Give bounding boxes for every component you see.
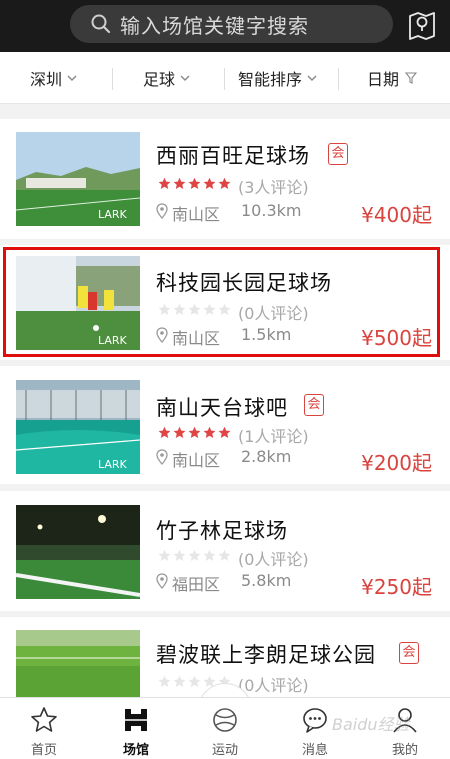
- venue-photo: [16, 505, 140, 599]
- star-empty-icon: [173, 549, 186, 561]
- star-empty-icon: [188, 549, 201, 561]
- star-empty-icon: [203, 549, 216, 561]
- venue-photo: [16, 630, 140, 697]
- filter-sort[interactable]: 智能排序: [238, 52, 317, 104]
- search-placeholder: 输入场馆关键字搜索: [120, 13, 309, 38]
- star-icon: [31, 707, 57, 732]
- location-pin-icon: [156, 203, 168, 219]
- venue-card-xili[interactable]: LARK 西丽百旺足球场 会 (3人评论) 南山区 10.3km ¥400起: [0, 119, 450, 239]
- watermark: Baidu经验: [332, 715, 410, 734]
- venue-card-nanshan[interactable]: LARK 南山天台球吧 会 (1人评论) 南山区 2.8km ¥200起: [0, 366, 450, 484]
- tab-sports-label: 运动: [211, 743, 238, 758]
- review-count: (0人评论): [238, 550, 309, 569]
- filter-divider: [112, 68, 113, 90]
- ball-icon: [213, 708, 237, 732]
- filter-bar: 深圳 足球 智能排序 日期: [0, 52, 450, 104]
- star-filled-icon: [173, 426, 186, 438]
- filter-sort-label: 智能排序: [238, 70, 303, 89]
- filter-divider: [224, 68, 225, 90]
- chevron-down-icon: [67, 75, 77, 81]
- tab-venues[interactable]: 场馆: [106, 698, 166, 759]
- review-count: (0人评论): [238, 676, 309, 695]
- venue-distance: 2.8km: [241, 447, 292, 466]
- star-empty-icon: [188, 675, 201, 687]
- star-filled-icon: [158, 177, 171, 189]
- search-input[interactable]: 输入场馆关键字搜索: [70, 5, 393, 43]
- location-pin-icon: [156, 449, 168, 465]
- venue-photo: LARK: [16, 132, 140, 226]
- venue-distance: 5.8km: [241, 571, 292, 590]
- star-filled-icon: [218, 177, 231, 189]
- venue-district: 福田区: [172, 575, 221, 594]
- venue-price: ¥250起: [361, 575, 432, 599]
- location-pin-icon: [156, 573, 168, 589]
- review-count: (1人评论): [238, 427, 309, 446]
- filter-date-label: 日期: [367, 70, 400, 89]
- star-empty-icon: [158, 675, 171, 687]
- venue-distance: 10.3km: [241, 201, 302, 220]
- star-filled-icon: [188, 426, 201, 438]
- star-filled-icon: [203, 426, 216, 438]
- top-bar: 输入场馆关键字搜索: [0, 0, 450, 52]
- tab-home-label: 首页: [30, 743, 57, 758]
- member-badge: 会: [328, 143, 348, 165]
- search-icon: [91, 14, 111, 34]
- filter-sport-label: 足球: [143, 70, 176, 89]
- venue-name: 碧波联上李朗足球公园: [156, 643, 376, 667]
- svg-text:LARK: LARK: [98, 208, 128, 221]
- star-filled-icon: [203, 177, 216, 189]
- tab-profile-label: 我的: [391, 743, 418, 758]
- chat-icon: [303, 708, 327, 733]
- tab-sports[interactable]: 运动: [195, 698, 255, 759]
- star-empty-icon: [158, 549, 171, 561]
- field-icon: [125, 709, 147, 731]
- star-filled-icon: [158, 426, 171, 438]
- venue-district: 南山区: [172, 205, 221, 224]
- venue-card-zhuzilin[interactable]: 竹子林足球场 (0人评论) 福田区 5.8km ¥250起: [0, 491, 450, 611]
- svg-text:LARK: LARK: [98, 458, 128, 471]
- filter-city[interactable]: 深圳: [30, 52, 77, 104]
- review-count: (3人评论): [238, 178, 309, 197]
- star-empty-icon: [173, 675, 186, 687]
- chevron-down-icon: [180, 75, 190, 81]
- venue-name: 南山天台球吧: [156, 396, 288, 420]
- member-badge: 会: [399, 642, 419, 664]
- venue-name: 西丽百旺足球场: [156, 144, 310, 168]
- star-empty-icon: [218, 549, 231, 561]
- filter-sport[interactable]: 足球: [143, 52, 190, 104]
- map-pin-icon[interactable]: [406, 8, 438, 42]
- filter-icon: [405, 72, 418, 84]
- rating-stars: [158, 549, 231, 565]
- highlight-box: [3, 247, 440, 357]
- venue-price: ¥400起: [361, 203, 432, 227]
- filter-city-label: 深圳: [30, 70, 63, 89]
- venue-district: 南山区: [172, 451, 221, 470]
- star-filled-icon: [218, 426, 231, 438]
- filter-divider: [338, 68, 339, 90]
- star-filled-icon: [188, 177, 201, 189]
- venue-photo: LARK: [16, 380, 140, 474]
- tab-venues-label: 场馆: [122, 743, 149, 758]
- star-filled-icon: [173, 177, 186, 189]
- tab-messages-label: 消息: [301, 743, 328, 758]
- chevron-down-icon: [307, 75, 317, 81]
- tab-home[interactable]: 首页: [14, 698, 74, 759]
- venue-name: 竹子林足球场: [156, 519, 288, 543]
- rating-stars: [158, 177, 231, 193]
- member-badge: 会: [304, 394, 324, 416]
- filter-date[interactable]: 日期: [367, 52, 418, 104]
- rating-stars: [158, 426, 231, 442]
- venue-price: ¥200起: [361, 451, 432, 475]
